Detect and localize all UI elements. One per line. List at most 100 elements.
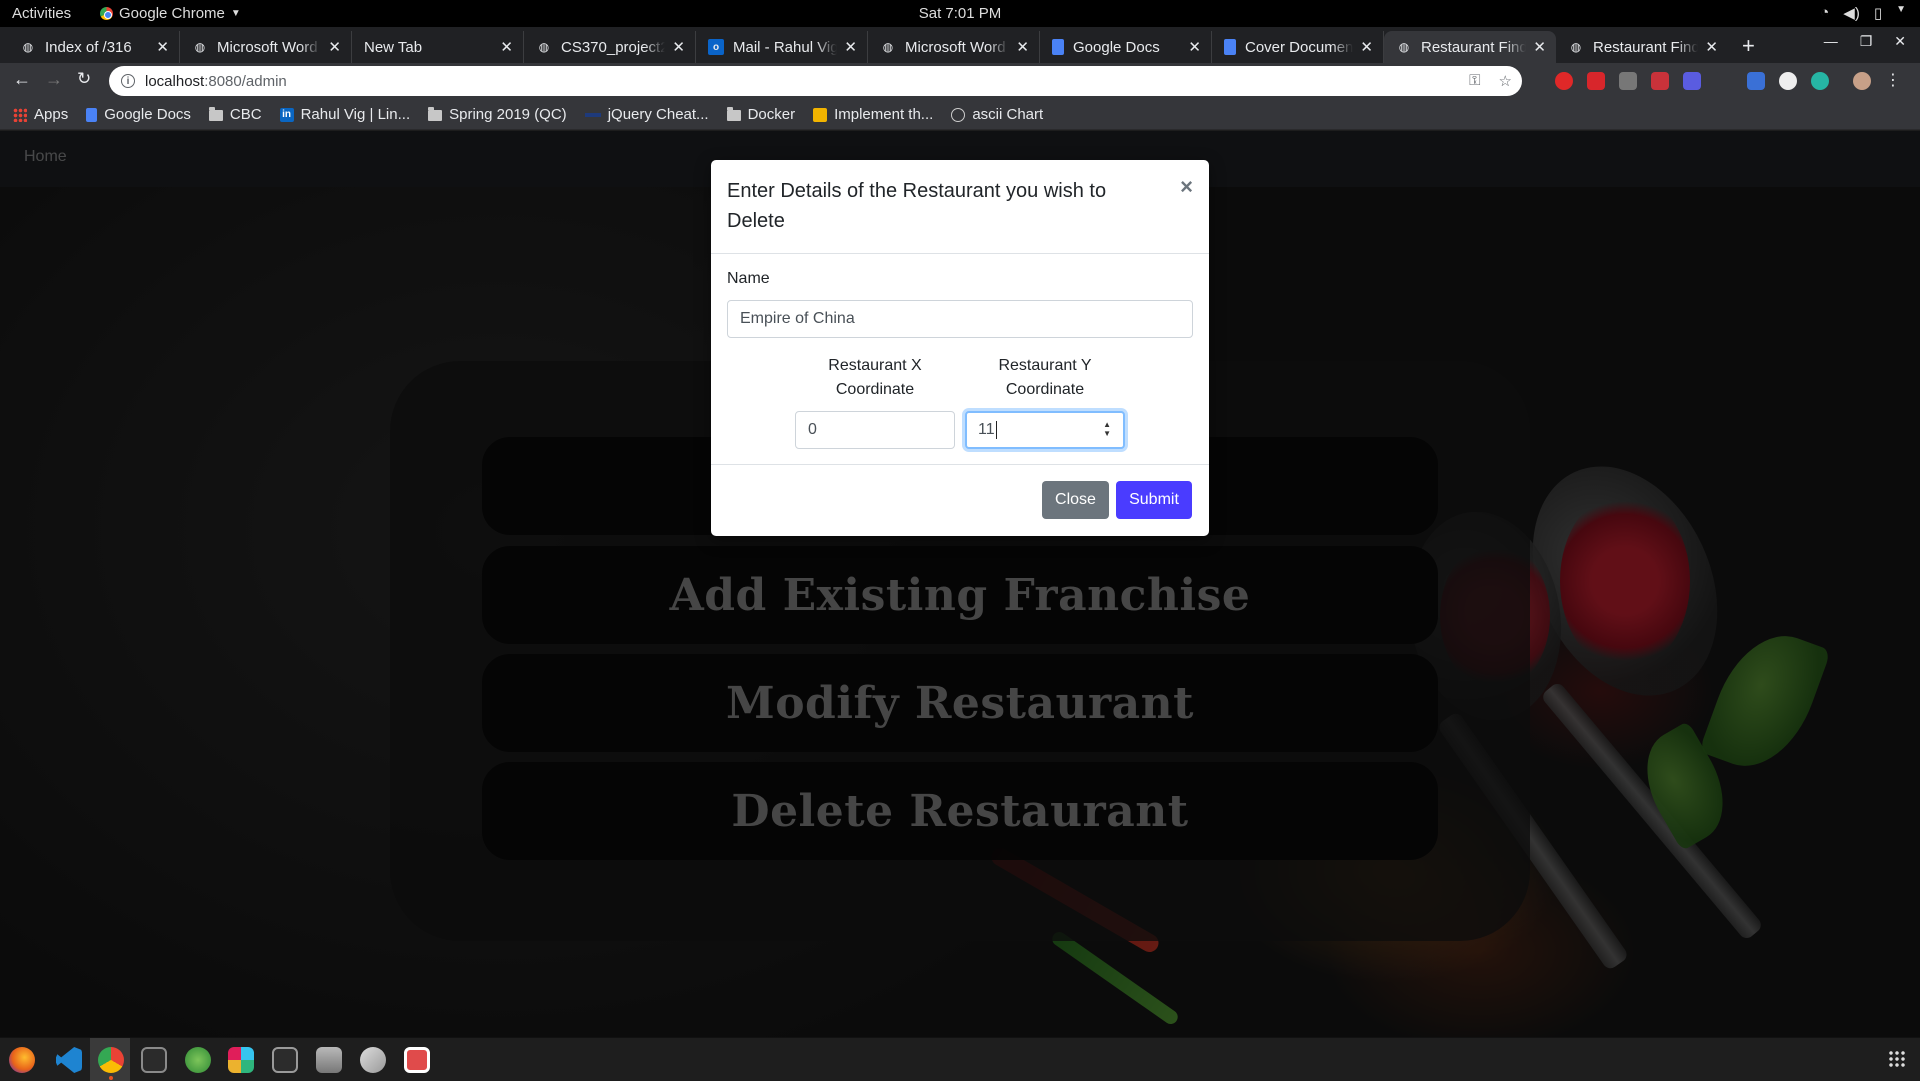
bookmark-jquery[interactable]: jQuery Cheat... (584, 106, 709, 123)
browser-tab[interactable]: Google Docs ✕ (1040, 31, 1212, 63)
browser-tab[interactable]: ◍ Restaurant Find ✕ (1556, 31, 1728, 63)
bookmark-google-docs[interactable]: Google Docs (86, 106, 191, 123)
close-tab-icon[interactable]: ✕ (844, 38, 857, 56)
minimize-icon[interactable]: — (1824, 33, 1838, 50)
extension-icon[interactable] (1587, 72, 1605, 90)
tab-title: CS370_project2 (561, 38, 665, 56)
browser-toolbar: ← → ↻ i localhost:8080/admin ⚿ ☆ ⋮ (0, 63, 1920, 100)
extension-icon[interactable] (1747, 72, 1765, 90)
info-icon[interactable]: i (121, 74, 135, 88)
bookmark-cbc[interactable]: CBC (208, 106, 262, 123)
close-tab-icon[interactable]: ✕ (1016, 38, 1029, 56)
bookmark-linkedin[interactable]: in Rahul Vig | Lin... (279, 106, 411, 123)
new-tab-button[interactable]: + (1728, 33, 1769, 63)
vscode-icon[interactable] (56, 1047, 82, 1073)
extension-icon[interactable] (1779, 72, 1797, 90)
window-controls: — ❐ ✕ (1824, 33, 1906, 50)
bookmark-label: Docker (747, 106, 796, 123)
number-spinner[interactable]: ▲ ▼ (1103, 420, 1111, 438)
profile-avatar[interactable] (1853, 72, 1871, 90)
close-tab-icon[interactable]: ✕ (1533, 38, 1546, 56)
firefox-icon[interactable] (9, 1047, 35, 1073)
x-coordinate-input[interactable]: 0 (795, 411, 955, 449)
bookmark-label: Rahul Vig | Lin... (300, 106, 411, 123)
extension-icon[interactable] (1651, 72, 1669, 90)
browser-tab-active[interactable]: ◍ Restaurant Find ✕ (1384, 31, 1556, 63)
key-icon[interactable]: ⚿ (1469, 72, 1480, 90)
browser-tab[interactable]: ◍ CS370_project2 ✕ (524, 31, 696, 63)
battery-icon: ▯ (1873, 5, 1883, 22)
back-icon[interactable]: ← (13, 69, 31, 90)
tab-title: Google Docs (1073, 38, 1160, 56)
tab-title: Index of /316 (45, 38, 132, 56)
browser-tab[interactable]: Cover Documen ✕ (1212, 31, 1384, 63)
menu-dots-icon[interactable]: ⋮ (1885, 72, 1901, 90)
globe-icon: ◍ (882, 40, 894, 54)
terminal-icon[interactable] (272, 1047, 298, 1073)
spinner-up-icon[interactable]: ▲ (1103, 420, 1111, 429)
chrome-icon (100, 7, 113, 20)
spotify-icon[interactable] (185, 1047, 211, 1073)
maximize-icon[interactable]: ❐ (1860, 33, 1873, 50)
close-window-icon[interactable]: ✕ (1894, 33, 1906, 50)
wifi-icon: ◔ (1820, 4, 1830, 21)
bookmark-docker[interactable]: Docker (726, 106, 796, 123)
browser-tab[interactable]: o Mail - Rahul Vig ✕ (696, 31, 868, 63)
browser-tab[interactable]: ◍ Index of /316 ✕ (8, 31, 180, 63)
close-tab-icon[interactable]: ✕ (672, 38, 685, 56)
show-applications-icon[interactable] (1888, 1050, 1906, 1068)
close-button[interactable]: Close (1042, 481, 1109, 519)
bookmark-ascii-chart[interactable]: ascii Chart (951, 106, 1043, 123)
system-tray[interactable]: ◔ ◀) ▯ ▼ (1820, 4, 1906, 22)
name-label: Name (727, 270, 770, 287)
extension-icon[interactable] (1619, 72, 1637, 90)
close-tab-icon[interactable]: ✕ (500, 38, 513, 56)
settings-icon[interactable] (360, 1047, 386, 1073)
extension-icon[interactable] (1811, 72, 1829, 90)
globe-icon: ◍ (1398, 40, 1410, 54)
address-bar[interactable]: i localhost:8080/admin ⚿ ☆ (109, 66, 1522, 96)
globe-icon: ◍ (194, 40, 206, 54)
chrome-icon[interactable] (98, 1047, 124, 1073)
bookmark-implement[interactable]: Implement th... (813, 106, 933, 123)
close-tab-icon[interactable]: ✕ (1360, 38, 1373, 56)
close-tab-icon[interactable]: ✕ (1705, 38, 1718, 56)
extension-icon[interactable] (1555, 72, 1573, 90)
modal-title: Enter Details of the Restaurant you wish… (727, 180, 1107, 232)
bookmark-spring-2019[interactable]: Spring 2019 (QC) (428, 106, 567, 123)
bookmark-apps[interactable]: Apps (13, 106, 68, 123)
close-tab-icon[interactable]: ✕ (1188, 38, 1201, 56)
docs-icon (86, 107, 98, 122)
star-icon[interactable]: ☆ (1499, 72, 1512, 90)
browser-tab[interactable]: ◍ Microsoft Word ✕ (868, 31, 1040, 63)
close-icon[interactable]: × (1180, 174, 1193, 200)
slack-icon[interactable] (228, 1047, 254, 1073)
app-icon[interactable] (404, 1047, 430, 1073)
bookmark-label: CBC (229, 106, 262, 123)
system-monitor-icon[interactable] (141, 1047, 167, 1073)
linkedin-icon: in (279, 107, 294, 122)
bookmark-label: Spring 2019 (QC) (449, 106, 567, 123)
tab-title: Restaurant Find (1593, 38, 1698, 56)
close-tab-icon[interactable]: ✕ (328, 38, 341, 56)
extension-icon[interactable] (1683, 72, 1701, 90)
browser-tab[interactable]: ◍ Microsoft Word ✕ (180, 31, 352, 63)
name-input[interactable]: Empire of China (727, 300, 1193, 338)
docs-icon (1224, 39, 1236, 55)
spinner-down-icon[interactable]: ▼ (1103, 429, 1111, 438)
chevron-down-icon: ▼ (230, 8, 241, 19)
y-coordinate-input[interactable]: 11 ▲ ▼ (965, 411, 1125, 449)
app-menu[interactable]: Google Chrome ▼ (100, 5, 241, 22)
submit-button[interactable]: Submit (1116, 481, 1192, 519)
extension-icon[interactable] (1715, 72, 1733, 90)
activities-button[interactable]: Activities (12, 5, 71, 22)
docs-icon (1052, 39, 1064, 55)
forward-icon[interactable]: → (45, 69, 63, 90)
globe-icon (951, 107, 966, 122)
close-tab-icon[interactable]: ✕ (156, 38, 169, 56)
file-manager-icon[interactable] (316, 1047, 342, 1073)
clock[interactable]: Sat 7:01 PM (0, 5, 1920, 22)
reload-icon[interactable]: ↻ (77, 69, 91, 89)
apps-grid-icon (13, 107, 27, 122)
browser-tab[interactable]: New Tab ✕ (352, 31, 524, 63)
